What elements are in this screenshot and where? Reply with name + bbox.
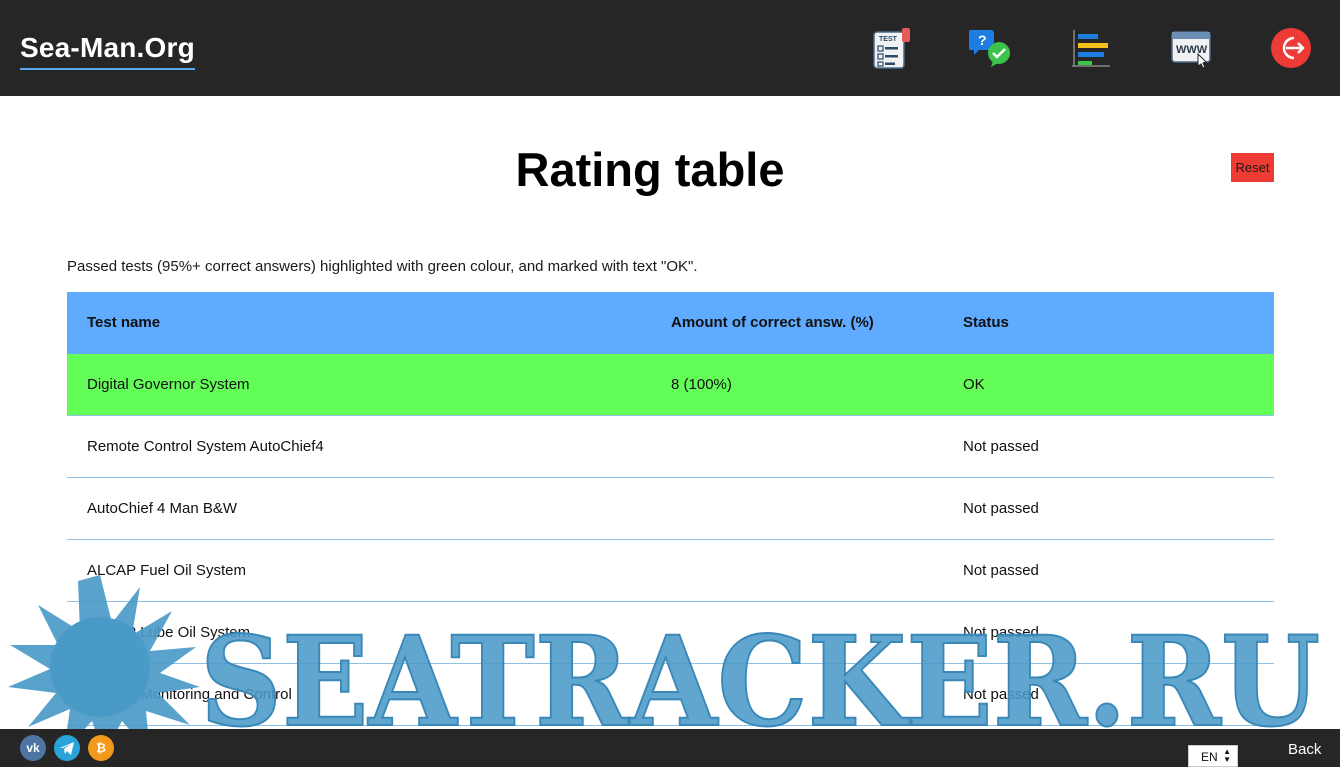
cell-test-name: AutoChief 4 Man B&W	[87, 500, 238, 517]
rating-table: Test name Amount of correct answ. (%) St…	[67, 292, 1274, 726]
cell-test-name: ALCAP Lube Oil System	[87, 624, 251, 641]
table-row: ALCAP Fuel Oil System Not passed	[67, 540, 1274, 602]
cell-status: Not passed	[963, 438, 1039, 455]
page-title: Rating table	[515, 143, 785, 196]
vk-icon[interactable]: vk	[20, 735, 46, 761]
test-icon-label: TEST	[879, 36, 898, 43]
reset-button[interactable]: Reset	[1231, 153, 1274, 182]
rating-icon[interactable]	[1070, 26, 1112, 70]
language-select[interactable]: EN ▲ ▼	[1188, 745, 1238, 767]
table-row: AutoChief 4 Man B&W Not passed	[67, 478, 1274, 540]
cell-amount: 8 (100%)	[671, 376, 732, 393]
www-icon-label: WWW	[1176, 44, 1208, 56]
svg-text:?: ?	[978, 32, 987, 48]
table-header-row: Test name Amount of correct answ. (%) St…	[67, 292, 1274, 354]
cell-status: Not passed	[963, 624, 1039, 641]
cell-status: Not passed	[963, 500, 1039, 517]
cell-test-name: Remote Control System AutoChief4	[87, 438, 324, 455]
cell-status: Not passed	[963, 562, 1039, 579]
header-test-name: Test name	[87, 314, 161, 331]
language-value: EN	[1201, 750, 1218, 764]
questions-icon[interactable]: ?	[969, 26, 1011, 70]
cell-status: OK	[963, 376, 985, 393]
telegram-icon[interactable]	[54, 735, 80, 761]
table-row: Remote Control System AutoChief4 Not pas…	[67, 416, 1274, 478]
bottom-bar	[0, 729, 1340, 767]
legend-note: Passed tests (95%+ correct answers) high…	[67, 258, 698, 275]
cell-test-name: Digital Governor System	[87, 376, 250, 393]
header-amount: Amount of correct answ. (%)	[671, 314, 874, 331]
logout-icon[interactable]	[1270, 26, 1312, 70]
www-icon[interactable]: WWW	[1170, 26, 1212, 70]
top-bar: Sea-Man.Org TEST ? WWW	[0, 0, 1340, 96]
select-arrows-icon: ▲ ▼	[1223, 747, 1231, 764]
cell-status: Not passed	[963, 686, 1039, 703]
back-button[interactable]: Back	[1288, 739, 1321, 761]
test-icon[interactable]: TEST	[870, 26, 912, 70]
header-status: Status	[963, 314, 1009, 331]
cell-test-name: ALCAP Fuel Oil System	[87, 562, 246, 579]
table-row: ALCAP Lube Oil System Not passed	[67, 602, 1274, 664]
bitcoin-icon[interactable]: ₿	[88, 735, 114, 761]
table-row: Digital Governor System 8 (100%) OK	[67, 354, 1274, 416]
table-row: ALCAP Monitoring and Control Not passed	[67, 664, 1274, 726]
cell-test-name: ALCAP Monitoring and Control	[87, 686, 292, 703]
site-logo[interactable]: Sea-Man.Org	[20, 32, 195, 70]
